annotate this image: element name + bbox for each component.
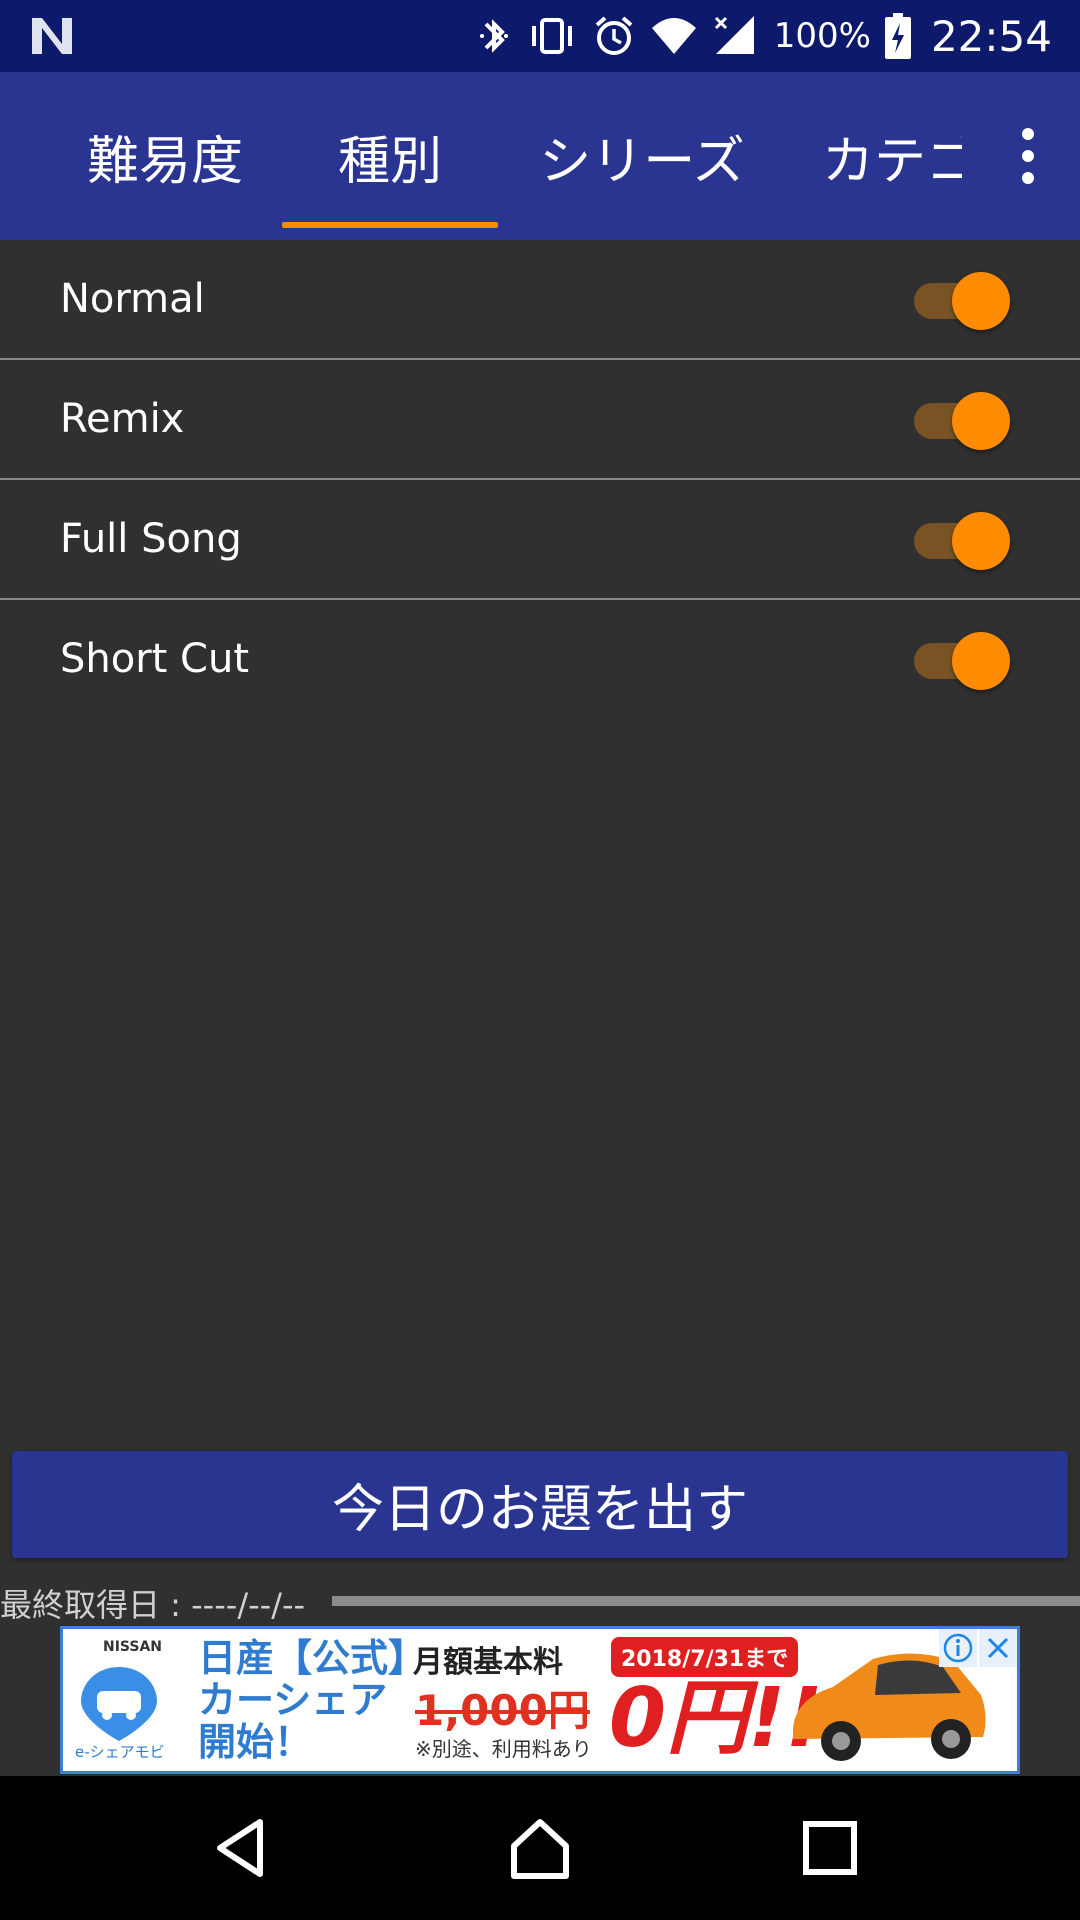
tab-series[interactable]: シリーズ [520, 72, 764, 240]
list-item-label: Normal [60, 276, 205, 322]
fetch-progress-bar [332, 1596, 1080, 1606]
get-todays-challenge-button[interactable]: 今日のお題を出す [12, 1451, 1068, 1558]
toggle-switch-full-song[interactable] [914, 512, 1010, 570]
system-nav-bar [0, 1776, 1080, 1920]
toggle-switch-short-cut[interactable] [914, 632, 1010, 690]
list-item-label: Short Cut [60, 636, 250, 682]
ad-brand: NISSAN [103, 1639, 163, 1655]
bluetooth-icon [479, 19, 508, 53]
list-item-label: Full Song [60, 516, 242, 562]
battery-charging-icon [884, 13, 911, 59]
ad-monthly-fee-label: 月額基本料 [413, 1645, 563, 1680]
ad-note: ※別途、利用料あり [415, 1737, 592, 1761]
battery-percent: 100% [773, 16, 871, 56]
tab-bar: 難易度 種別 シリーズ カテゴ [0, 72, 1080, 240]
home-icon[interactable] [508, 1816, 572, 1880]
tab-difficulty[interactable]: 難易度 [50, 72, 280, 240]
list-item[interactable]: Normal [0, 240, 1080, 360]
ad-info-icon[interactable] [939, 1629, 977, 1667]
recents-icon[interactable] [798, 1816, 862, 1880]
overflow-menu-icon[interactable] [998, 126, 1058, 186]
status-bar: 100% 22:54 [0, 0, 1080, 72]
selected-tab-indicator [282, 222, 498, 228]
vibrate-icon [531, 18, 572, 54]
tab-category[interactable]: カテゴ [822, 72, 962, 240]
wifi-icon [651, 18, 696, 54]
list-item[interactable]: Short Cut [0, 600, 1080, 718]
list-item[interactable]: Full Song [0, 480, 1080, 600]
ad-service-name: e-シェアモビ [75, 1743, 165, 1761]
last-fetch-label: 最終取得日 : ----/--/-- [0, 1586, 306, 1624]
type-filter-list: Normal Remix Full Song Short Cut [0, 240, 1080, 718]
ad-headline: 日産【公式】 カーシェア 開始！ [198, 1636, 427, 1764]
back-icon[interactable] [210, 1816, 274, 1880]
toggle-switch-normal[interactable] [914, 272, 1010, 330]
n-logo-icon [32, 18, 72, 54]
list-item[interactable]: Remix [0, 360, 1080, 480]
alarm-icon [595, 16, 633, 55]
ad-banner[interactable]: NISSAN e-シェアモビ 日産【公式】 カーシェア 開始！ 月額基本料 1,… [60, 1626, 1020, 1774]
list-item-label: Remix [60, 396, 185, 442]
toggle-switch-remix[interactable] [914, 392, 1010, 450]
ad-old-price: 1,000円 [415, 1686, 590, 1735]
ad-close-icon[interactable] [979, 1629, 1017, 1667]
tab-type[interactable]: 種別 [282, 72, 498, 240]
car-pin-icon [81, 1667, 157, 1741]
clock: 22:54 [930, 11, 1052, 61]
signal-icon [714, 16, 754, 54]
